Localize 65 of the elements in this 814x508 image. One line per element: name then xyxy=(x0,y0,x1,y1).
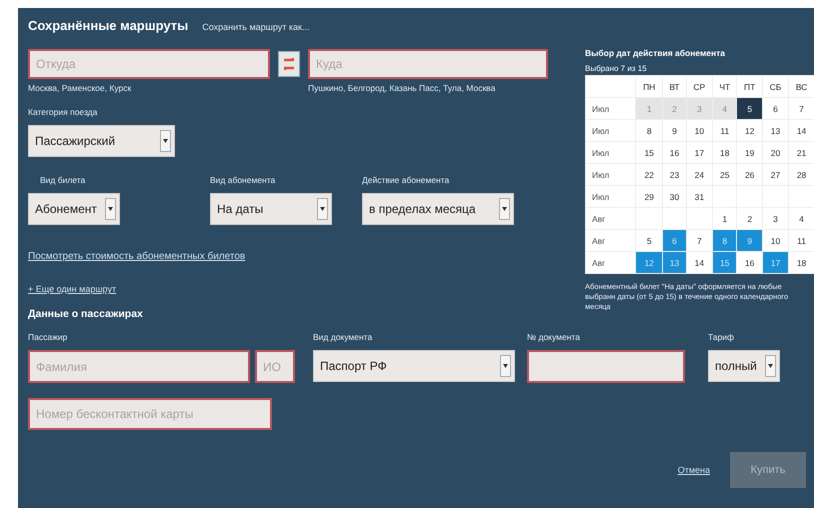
month-label: Авг xyxy=(586,230,636,252)
document-number-field[interactable] xyxy=(527,350,685,383)
selection-counter: Выбрано 7 из 15 xyxy=(585,64,648,73)
calendar-day[interactable]: 16 xyxy=(736,252,762,274)
field-label: Тариф xyxy=(708,332,736,342)
field-label: Категория поезда xyxy=(28,107,98,117)
calendar-day[interactable]: 15 xyxy=(636,142,663,164)
subscription-action-select[interactable]: в пределах месяца xyxy=(362,193,514,225)
calendar-day[interactable]: 5 xyxy=(736,98,762,120)
field-label: Пассажир xyxy=(28,332,68,342)
price-link[interactable]: Посмотреть стоимость абонементных билетов xyxy=(28,251,573,262)
add-route-link[interactable]: + Еще один маршрут xyxy=(28,284,573,294)
month-label: Июл xyxy=(586,120,636,142)
train-category-select[interactable]: Пассажирский xyxy=(28,125,175,157)
calendar-day[interactable]: 25 xyxy=(712,164,737,186)
calendar-day[interactable]: 10 xyxy=(686,120,713,142)
field-label: № документа xyxy=(527,332,581,342)
field-label: Вид билета xyxy=(39,175,86,185)
weekday-header: ВС xyxy=(788,76,814,98)
field-label: Вид абонемента xyxy=(210,175,276,185)
section-title: Данные о пассажирах xyxy=(28,308,144,320)
surname-field[interactable]: Фамилия xyxy=(28,350,250,383)
month-label: Июл xyxy=(586,186,636,208)
calendar-day[interactable]: 9 xyxy=(662,120,686,142)
calendar-day[interactable]: 12 xyxy=(736,120,762,142)
calendar-day[interactable]: 27 xyxy=(762,164,789,186)
calendar-day[interactable]: 16 xyxy=(662,142,686,164)
calendar-day[interactable]: 29 xyxy=(636,186,663,208)
calendar-day[interactable]: 19 xyxy=(736,142,762,164)
document-type-select[interactable]: Паспорт РФ xyxy=(313,350,515,382)
calendar-day[interactable]: 3 xyxy=(762,208,789,230)
calendar-day[interactable]: 24 xyxy=(686,164,713,186)
weekday-header: СБ xyxy=(762,76,789,98)
ticket-type-select[interactable]: Абонемент xyxy=(28,193,120,225)
calendar-day[interactable]: 11 xyxy=(712,120,737,142)
calendar-day[interactable]: 30 xyxy=(662,186,686,208)
from-suggestions: Москва, Раменское, Курск xyxy=(28,83,132,93)
to-suggestions: Пушкино, Белгород, Казань Пасс, Тула, Москва xyxy=(308,83,496,93)
swap-button[interactable] xyxy=(278,51,300,77)
calendar-day[interactable]: 13 xyxy=(762,120,789,142)
card-number-field[interactable]: Номер бесконтактной карты xyxy=(28,398,272,430)
field-label: Действие абонемента xyxy=(362,175,450,185)
calendar-day[interactable]: 18 xyxy=(712,142,737,164)
calendar-day[interactable]: 20 xyxy=(762,142,789,164)
calendar-title: Выбор дат действия абонемента xyxy=(585,48,726,58)
month-label: Июл xyxy=(586,164,636,186)
section-title: Сохранённые маршруты xyxy=(28,18,188,33)
to-field[interactable]: Куда xyxy=(308,49,548,79)
tariff-select[interactable]: полный xyxy=(708,350,780,382)
calendar-day[interactable]: 26 xyxy=(736,164,762,186)
calendar-day[interactable]: 22 xyxy=(636,164,663,186)
subscription-type-select[interactable]: На даты xyxy=(210,193,332,225)
calendar-day[interactable]: 23 xyxy=(662,164,686,186)
save-route-link[interactable]: Сохранить маршрут как... xyxy=(202,22,310,32)
calendar-day[interactable]: 31 xyxy=(686,186,713,208)
month-label: Июл xyxy=(586,142,636,164)
calendar-day[interactable]: 6 xyxy=(762,98,789,120)
swap-icon xyxy=(284,58,294,70)
from-field[interactable]: Откуда xyxy=(28,49,270,79)
month-label: Авг xyxy=(586,208,636,230)
calendar-day[interactable]: 17 xyxy=(686,142,713,164)
field-label: Вид документа xyxy=(313,332,374,342)
calendar-day[interactable]: 8 xyxy=(636,120,663,142)
initials-field[interactable]: ИО xyxy=(255,350,295,383)
cancel-link[interactable]: Отмена xyxy=(678,465,710,475)
